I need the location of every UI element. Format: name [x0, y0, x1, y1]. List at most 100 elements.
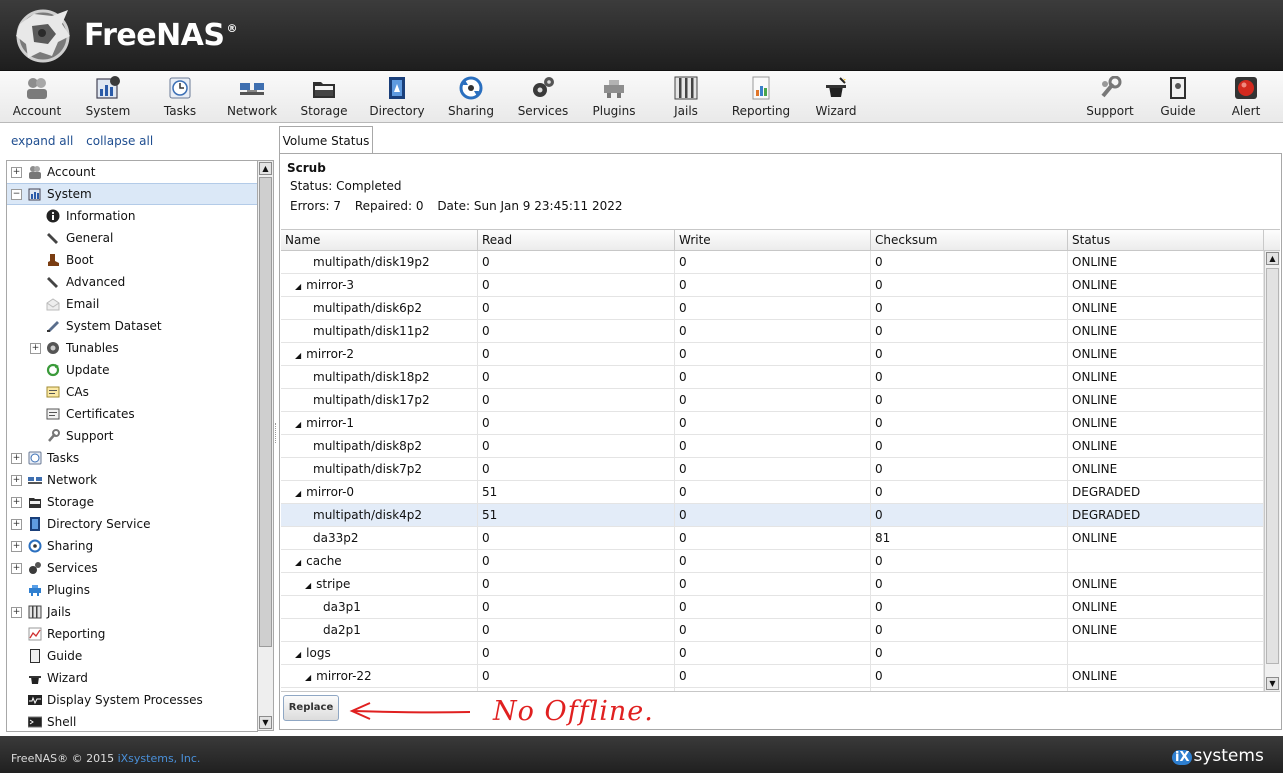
expand-icon[interactable]: +: [11, 497, 22, 508]
table-row[interactable]: multipath/disk8p2 0 0 0 ONLINE: [281, 435, 1264, 458]
toolbar-plugins-button[interactable]: Plugins: [582, 73, 646, 119]
scroll-up-icon[interactable]: ▲: [1266, 252, 1279, 265]
tree-item-services[interactable]: + Services: [7, 557, 257, 579]
scroll-thumb[interactable]: [1266, 268, 1279, 664]
table-row[interactable]: ◢ mirror-2 0 0 0 ONLINE: [281, 343, 1264, 366]
tree-item-wizard[interactable]: Wizard: [7, 667, 257, 689]
column-header-read[interactable]: Read: [478, 230, 675, 250]
tree-item-boot[interactable]: Boot: [7, 249, 257, 271]
table-row[interactable]: multipath/disk6p2 0 0 0 ONLINE: [281, 297, 1264, 320]
tree-item-general[interactable]: General: [7, 227, 257, 249]
table-row[interactable]: ◢ mirror-1 0 0 0 ONLINE: [281, 412, 1264, 435]
tree-item-support[interactable]: Support: [7, 425, 257, 447]
collapse-triangle-icon[interactable]: ◢: [295, 558, 301, 567]
grid-scrollbar[interactable]: ▲ ▼: [1264, 251, 1280, 691]
tree-item-email[interactable]: Email: [7, 293, 257, 315]
table-row[interactable]: multipath/disk7p2 0 0 0 ONLINE: [281, 458, 1264, 481]
tree-item-advanced[interactable]: Advanced: [7, 271, 257, 293]
tree-item-system[interactable]: − System: [7, 183, 257, 205]
replace-button[interactable]: Replace: [283, 695, 339, 721]
table-row[interactable]: multipath/disk18p2 0 0 0 ONLINE: [281, 366, 1264, 389]
panel-splitter[interactable]: [275, 423, 278, 443]
column-header-name[interactable]: Name: [281, 230, 478, 250]
scroll-down-icon[interactable]: ▼: [259, 716, 272, 729]
scroll-up-icon[interactable]: ▲: [259, 162, 272, 175]
table-row[interactable]: da3p1 0 0 0 ONLINE: [281, 596, 1264, 619]
tree-item-information[interactable]: Information: [7, 205, 257, 227]
collapse-triangle-icon[interactable]: ◢: [295, 650, 301, 659]
tree-item-guide[interactable]: Guide: [7, 645, 257, 667]
tree-item-shell[interactable]: Shell: [7, 711, 257, 731]
collapse-triangle-icon[interactable]: ◢: [295, 420, 301, 429]
toolbar-sharing-button[interactable]: Sharing: [439, 73, 503, 119]
expand-icon[interactable]: +: [11, 475, 22, 486]
scroll-down-icon[interactable]: ▼: [1266, 677, 1279, 690]
tree-item-plugins[interactable]: Plugins: [7, 579, 257, 601]
tree-item-cas[interactable]: CAs: [7, 381, 257, 403]
scroll-thumb[interactable]: [259, 177, 272, 647]
column-header-checksum[interactable]: Checksum: [871, 230, 1068, 250]
tree-item-account[interactable]: + Account: [7, 161, 257, 183]
table-row[interactable]: ◢ cache 0 0 0: [281, 550, 1264, 573]
expand-icon[interactable]: +: [11, 167, 22, 178]
table-row[interactable]: ◢ stripe 0 0 0 ONLINE: [281, 573, 1264, 596]
toolbar-network-button[interactable]: Network: [220, 73, 284, 119]
toolbar-account-button[interactable]: Account: [5, 73, 69, 119]
toolbar-reporting-button[interactable]: Reporting: [729, 73, 793, 119]
collapse-all-link[interactable]: collapse all: [86, 134, 153, 148]
collapse-triangle-icon[interactable]: ◢: [295, 282, 301, 291]
toolbar-tasks-button[interactable]: Tasks: [148, 73, 212, 119]
tree-item-network[interactable]: + Network: [7, 469, 257, 491]
tree-item-jails[interactable]: + Jails: [7, 601, 257, 623]
toolbar-services-button[interactable]: Services: [511, 73, 575, 119]
table-row[interactable]: ◢ mirror-0 51 0 0 DEGRADED: [281, 481, 1264, 504]
column-header-status[interactable]: Status: [1068, 230, 1264, 250]
toolbar-jails-button[interactable]: Jails: [654, 73, 718, 119]
table-row[interactable]: da2p1 0 0 0 ONLINE: [281, 619, 1264, 642]
expand-all-link[interactable]: expand all: [11, 134, 73, 148]
table-row[interactable]: ◢ mirror-3 0 0 0 ONLINE: [281, 274, 1264, 297]
collapse-triangle-icon[interactable]: ◢: [305, 581, 311, 590]
tree-item-tasks[interactable]: + Tasks: [7, 447, 257, 469]
expand-icon[interactable]: +: [11, 563, 22, 574]
expand-icon[interactable]: +: [30, 343, 41, 354]
collapse-icon[interactable]: −: [11, 189, 22, 200]
column-header-write[interactable]: Write: [675, 230, 871, 250]
toolbar-guide-button[interactable]: Guide: [1146, 73, 1210, 119]
tree-item-storage[interactable]: + Storage: [7, 491, 257, 513]
collapse-triangle-icon[interactable]: ◢: [295, 351, 301, 360]
tree-item-display-system-processes[interactable]: Display System Processes: [7, 689, 257, 711]
cell-read: 0: [478, 320, 675, 342]
company-link[interactable]: iXsystems, Inc.: [118, 752, 201, 765]
collapse-triangle-icon[interactable]: ◢: [295, 489, 301, 498]
tree-item-reporting[interactable]: Reporting: [7, 623, 257, 645]
tree-item-system-dataset[interactable]: System Dataset: [7, 315, 257, 337]
table-row[interactable]: multipath/disk19p2 0 0 0 ONLINE: [281, 251, 1264, 274]
tree-item-update[interactable]: Update: [7, 359, 257, 381]
expand-icon[interactable]: +: [11, 607, 22, 618]
tab-volume-status[interactable]: Volume Status: [279, 126, 373, 153]
table-row[interactable]: multipath/disk17p2 0 0 0 ONLINE: [281, 389, 1264, 412]
table-row[interactable]: ◢ logs 0 0 0: [281, 642, 1264, 665]
expand-icon[interactable]: +: [11, 519, 22, 530]
toolbar-directory-button[interactable]: Directory: [365, 73, 429, 119]
tree-item-directory-service[interactable]: + Directory Service: [7, 513, 257, 535]
table-row[interactable]: da33p2 0 0 81 ONLINE: [281, 527, 1264, 550]
table-row[interactable]: [281, 688, 1264, 691]
expand-icon[interactable]: +: [11, 541, 22, 552]
collapse-triangle-icon[interactable]: ◢: [305, 673, 311, 682]
tree-item-certificates[interactable]: Certificates: [7, 403, 257, 425]
table-row[interactable]: ◢ mirror-22 0 0 0 ONLINE: [281, 665, 1264, 688]
table-row[interactable]: multipath/disk11p2 0 0 0 ONLINE: [281, 320, 1264, 343]
toolbar-storage-button[interactable]: Storage: [292, 73, 356, 119]
tree-item-tunables[interactable]: + Tunables: [7, 337, 257, 359]
expand-icon[interactable]: +: [11, 453, 22, 464]
tree-item-sharing[interactable]: + Sharing: [7, 535, 257, 557]
toolbar-wizard-button[interactable]: Wizard: [804, 73, 868, 119]
toolbar-system-button[interactable]: System: [76, 73, 140, 119]
navigation-tree-scrollbar[interactable]: ▲ ▼: [257, 160, 274, 731]
table-row[interactable]: multipath/disk4p2 51 0 0 DEGRADED: [281, 504, 1264, 527]
toolbar-support-button[interactable]: Support: [1078, 73, 1142, 119]
tunables-icon: [47, 342, 59, 354]
toolbar-alert-button[interactable]: Alert: [1214, 73, 1278, 119]
